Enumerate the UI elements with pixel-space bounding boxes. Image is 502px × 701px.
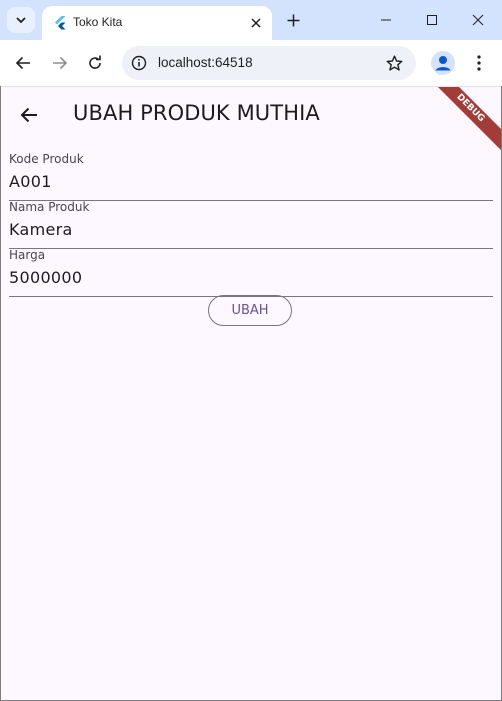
tab-search-button[interactable] [7, 7, 35, 33]
minimize-icon [381, 19, 391, 21]
flutter-icon [55, 16, 66, 30]
tab-title: Toko Kita [73, 15, 123, 29]
close-icon [251, 18, 261, 28]
avatar-icon [435, 56, 451, 71]
site-info-button[interactable] [130, 54, 148, 72]
maximize-icon [427, 15, 437, 25]
minimize-button[interactable] [366, 6, 406, 34]
ubah-button[interactable]: UBAH [208, 295, 292, 326]
info-icon [131, 55, 147, 71]
browser-menu-button[interactable] [470, 51, 488, 75]
harga-label: Harga [9, 248, 46, 262]
nama-produk-input[interactable]: Kamera [9, 220, 73, 239]
close-icon [472, 14, 484, 26]
arrow-left-icon [15, 56, 30, 70]
url-text: localhost:64518 [158, 55, 253, 70]
nama-produk-field[interactable]: Nama Produk Kamera [9, 200, 493, 249]
harga-input[interactable]: 5000000 [9, 268, 82, 287]
browser-tab[interactable]: Toko Kita [42, 6, 272, 40]
chevron-down-icon [16, 17, 26, 24]
harga-field[interactable]: Harga 5000000 [9, 248, 493, 297]
kode-produk-label: Kode Produk [9, 152, 84, 166]
tab-close-button[interactable] [246, 13, 266, 33]
plus-icon [287, 14, 299, 26]
debug-banner: DEBUG [425, 87, 501, 153]
page-title: UBAH PRODUK MUTHIA [73, 101, 320, 125]
reload-button[interactable] [82, 50, 108, 76]
address-bar[interactable]: localhost:64518 [122, 46, 416, 80]
browser-tab-strip: Toko Kita [0, 0, 502, 40]
more-vert-icon [477, 55, 481, 71]
app-content: UBAH PRODUK MUTHIA DEBUG Kode Produk A00… [1, 87, 501, 700]
arrow-right-icon [53, 56, 68, 70]
forward-button[interactable] [47, 50, 73, 76]
app-back-button[interactable] [15, 101, 43, 129]
browser-toolbar: localhost:64518 [0, 40, 502, 87]
close-window-button[interactable] [458, 6, 498, 34]
kode-produk-input[interactable]: A001 [9, 172, 52, 191]
star-icon [386, 55, 402, 71]
maximize-button[interactable] [412, 6, 452, 34]
profile-button[interactable] [431, 51, 455, 75]
kode-produk-field[interactable]: Kode Produk A001 [9, 152, 493, 201]
arrow-back-icon [20, 107, 37, 123]
new-tab-button[interactable] [283, 10, 303, 30]
reload-icon [89, 55, 101, 69]
back-button[interactable] [10, 50, 36, 76]
bookmark-button[interactable] [384, 53, 404, 73]
nama-produk-label: Nama Produk [9, 200, 90, 214]
